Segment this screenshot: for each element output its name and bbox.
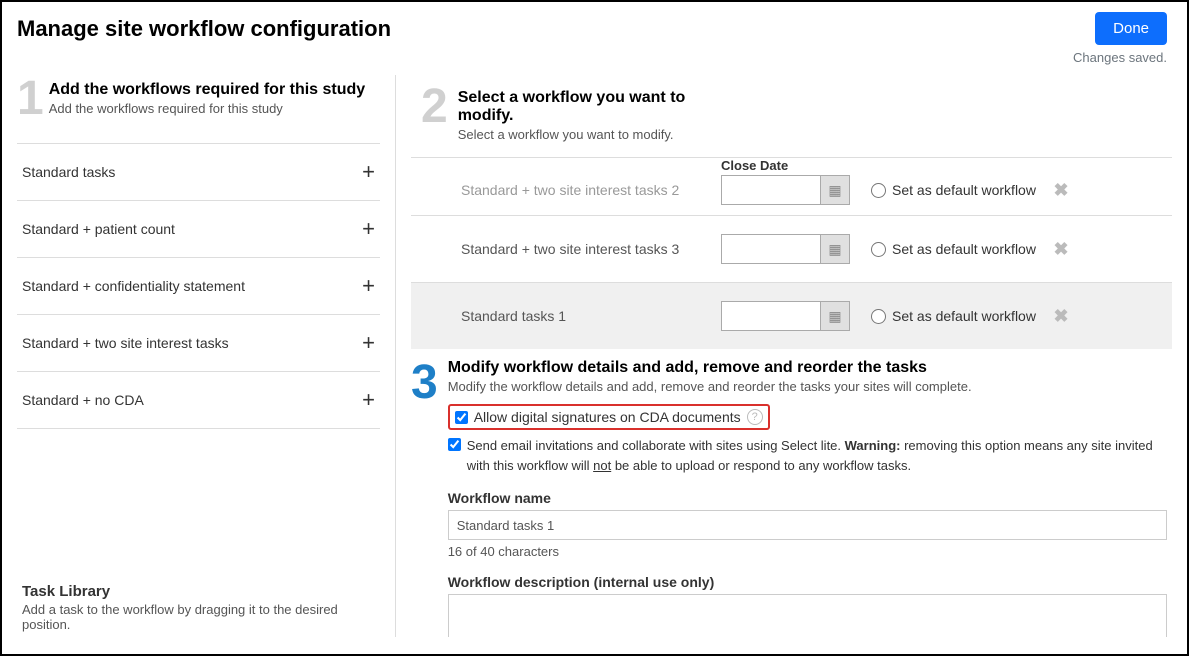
workflow-name-input[interactable] <box>448 510 1167 540</box>
workflow-template-item[interactable]: Standard + two site interest tasks + <box>17 315 380 372</box>
email-invite-checkbox[interactable] <box>448 438 461 451</box>
set-default-radio[interactable] <box>871 309 886 324</box>
workflow-template-label: Standard tasks <box>22 164 115 180</box>
cda-signature-highlight: Allow digital signatures on CDA document… <box>448 404 770 430</box>
calendar-button[interactable]: ▦ <box>820 301 850 331</box>
cda-signature-label: Allow digital signatures on CDA document… <box>474 409 741 425</box>
close-date-input[interactable] <box>721 175 821 205</box>
done-button[interactable]: Done <box>1095 12 1167 45</box>
remove-icon[interactable]: ✖ <box>1053 180 1068 200</box>
step-3-subtitle: Modify the workflow details and add, rem… <box>448 379 1167 394</box>
step-1-title: Add the workflows required for this stud… <box>49 81 365 99</box>
email-text-suffix: be able to upload or respond to any work… <box>611 458 911 473</box>
step-2-title: Select a workflow you want to modify. <box>458 89 698 125</box>
task-library-subtitle: Add a task to the workflow by dragging i… <box>22 602 375 632</box>
calendar-button[interactable]: ▦ <box>820 175 850 205</box>
workflow-template-label: Standard + patient count <box>22 221 175 237</box>
workflow-row-name: Standard + two site interest tasks 3 <box>411 241 721 257</box>
step-1-number: 1 <box>17 75 44 123</box>
calendar-icon: ▦ <box>828 241 841 258</box>
set-default-text: Set as default workflow <box>892 182 1036 198</box>
step-1-subtitle: Add the workflows required for this stud… <box>49 101 365 116</box>
calendar-button[interactable]: ▦ <box>820 234 850 264</box>
workflow-row[interactable]: Standard + two site interest tasks 2 ▦ S… <box>411 175 1172 215</box>
workflow-template-label: Standard + no CDA <box>22 392 144 408</box>
close-date-input[interactable] <box>721 301 821 331</box>
workflow-row-name: Standard + two site interest tasks 2 <box>411 182 721 198</box>
plus-icon[interactable]: + <box>362 330 375 356</box>
step-2-subtitle: Select a workflow you want to modify. <box>458 127 698 142</box>
email-text-prefix: Send email invitations and collaborate w… <box>467 438 845 453</box>
workflow-template-label: Standard + two site interest tasks <box>22 335 229 351</box>
set-default-radio[interactable] <box>871 183 886 198</box>
not-text: not <box>593 458 611 473</box>
page-title: Manage site workflow configuration <box>17 16 391 42</box>
close-date-header: Close Date <box>721 158 871 173</box>
workflow-template-label: Standard + confidentiality statement <box>22 278 245 294</box>
help-icon[interactable]: ? <box>747 409 763 425</box>
calendar-icon: ▦ <box>828 308 841 325</box>
plus-icon[interactable]: + <box>362 387 375 413</box>
set-default-label[interactable]: Set as default workflow <box>871 182 1041 198</box>
workflow-desc-label: Workflow description (internal use only) <box>448 574 1167 590</box>
plus-icon[interactable]: + <box>362 159 375 185</box>
workflow-template-item[interactable]: Standard + no CDA + <box>17 372 380 429</box>
workflow-row-name: Standard tasks 1 <box>411 308 721 324</box>
save-status: Changes saved. <box>2 50 1187 75</box>
step-3-number: 3 <box>411 359 438 407</box>
cda-signature-checkbox[interactable] <box>455 411 468 424</box>
workflow-name-label: Workflow name <box>448 490 1167 506</box>
workflow-name-char-count: 16 of 40 characters <box>448 544 1167 559</box>
workflow-template-item[interactable]: Standard tasks + <box>17 144 380 201</box>
set-default-label[interactable]: Set as default workflow <box>871 308 1041 324</box>
workflow-row[interactable]: Standard tasks 1 ▦ Set as default workfl… <box>411 282 1172 349</box>
set-default-text: Set as default workflow <box>892 241 1036 257</box>
close-date-input[interactable] <box>721 234 821 264</box>
set-default-label[interactable]: Set as default workflow <box>871 241 1041 257</box>
workflow-row[interactable]: Standard + two site interest tasks 3 ▦ S… <box>411 215 1172 282</box>
set-default-radio[interactable] <box>871 242 886 257</box>
workflow-template-item[interactable]: Standard + patient count + <box>17 201 380 258</box>
remove-icon[interactable]: ✖ <box>1053 306 1068 326</box>
workflow-template-item[interactable]: Standard + confidentiality statement + <box>17 258 380 315</box>
calendar-icon: ▦ <box>828 182 841 199</box>
remove-icon[interactable]: ✖ <box>1053 239 1068 259</box>
plus-icon[interactable]: + <box>362 273 375 299</box>
workflow-desc-input[interactable] <box>448 594 1167 637</box>
plus-icon[interactable]: + <box>362 216 375 242</box>
email-invite-text: Send email invitations and collaborate w… <box>467 436 1167 475</box>
set-default-text: Set as default workflow <box>892 308 1036 324</box>
warning-label: Warning: <box>845 438 901 453</box>
task-library-title: Task Library <box>22 583 375 600</box>
step-2-number: 2 <box>421 83 448 131</box>
step-3-title: Modify workflow details and add, remove … <box>448 359 1167 377</box>
